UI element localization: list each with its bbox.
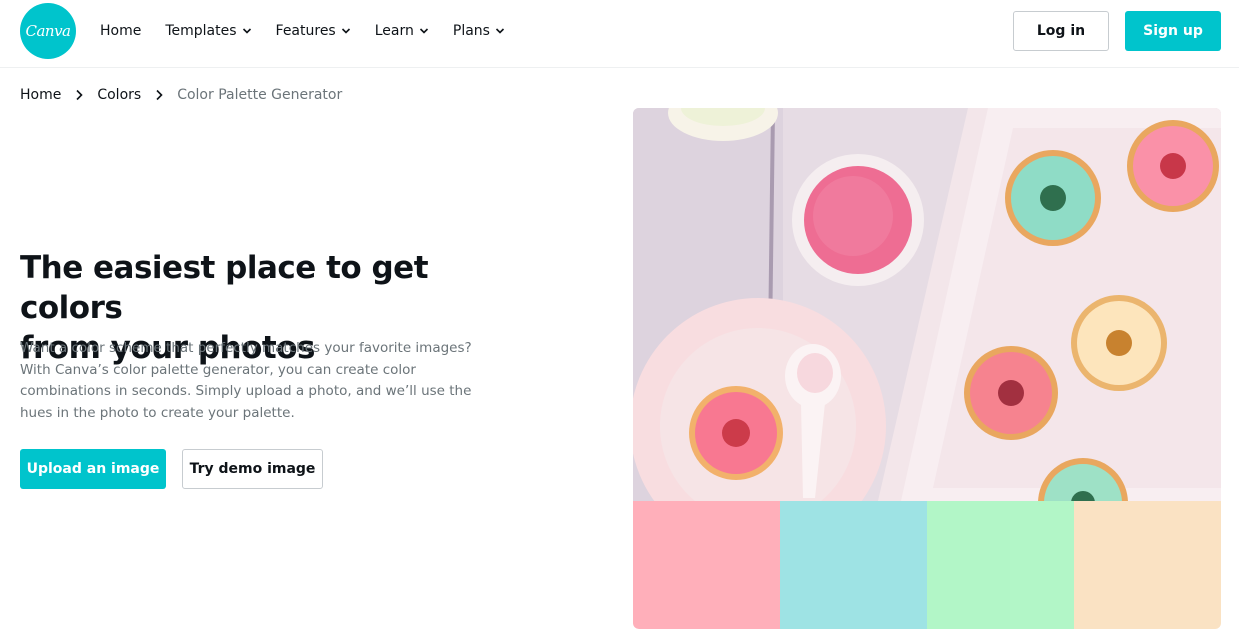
- nav-plans-label: Plans: [452, 23, 490, 39]
- palette-swatch-4[interactable]: [1074, 501, 1221, 629]
- try-demo-image-button[interactable]: Try demo image: [182, 449, 323, 489]
- palette-swatch-2[interactable]: [780, 501, 927, 629]
- color-palette: [633, 501, 1221, 629]
- palette-swatch-3[interactable]: [927, 501, 1074, 629]
- chevron-down-icon: [341, 28, 350, 34]
- hero-description: Want a color scheme that perfectly match…: [20, 340, 472, 422]
- palette-swatch-1[interactable]: [633, 501, 780, 629]
- breadcrumb-colors[interactable]: Colors: [97, 87, 141, 103]
- nav-features-label: Features: [275, 23, 336, 39]
- chevron-down-icon: [242, 28, 251, 34]
- chevron-down-icon: [419, 28, 428, 34]
- nav-features[interactable]: Features: [276, 23, 351, 39]
- nav-home[interactable]: Home: [100, 23, 141, 39]
- breadcrumb: Home Colors Color Palette Generator: [20, 85, 342, 105]
- page-title-line1: The easiest place to get colors: [20, 250, 429, 326]
- nav-learn[interactable]: Learn: [375, 23, 429, 39]
- chevron-right-icon: [76, 89, 83, 101]
- nav-learn-label: Learn: [374, 23, 414, 39]
- top-header: Canva Home Templates Features Learn Plan…: [0, 0, 1239, 68]
- nav-plans[interactable]: Plans: [453, 23, 505, 39]
- nav-home-label: Home: [100, 23, 142, 39]
- signup-button[interactable]: Sign up: [1125, 11, 1221, 51]
- login-button[interactable]: Log in: [1013, 11, 1109, 51]
- breadcrumb-current: Color Palette Generator: [177, 87, 343, 103]
- nav-templates[interactable]: Templates: [165, 23, 251, 39]
- upload-image-button[interactable]: Upload an image: [20, 449, 166, 489]
- logo-text: Canva: [25, 22, 72, 40]
- main-nav: Home Templates Features Learn Plans: [100, 0, 529, 62]
- demo-photo: [633, 108, 1221, 501]
- chevron-down-icon: [495, 28, 505, 34]
- canva-logo[interactable]: Canva: [20, 3, 76, 59]
- chevron-right-icon: [156, 89, 163, 101]
- palette-preview: [633, 108, 1221, 629]
- breadcrumb-home[interactable]: Home: [20, 87, 61, 103]
- nav-templates-label: Templates: [165, 23, 237, 39]
